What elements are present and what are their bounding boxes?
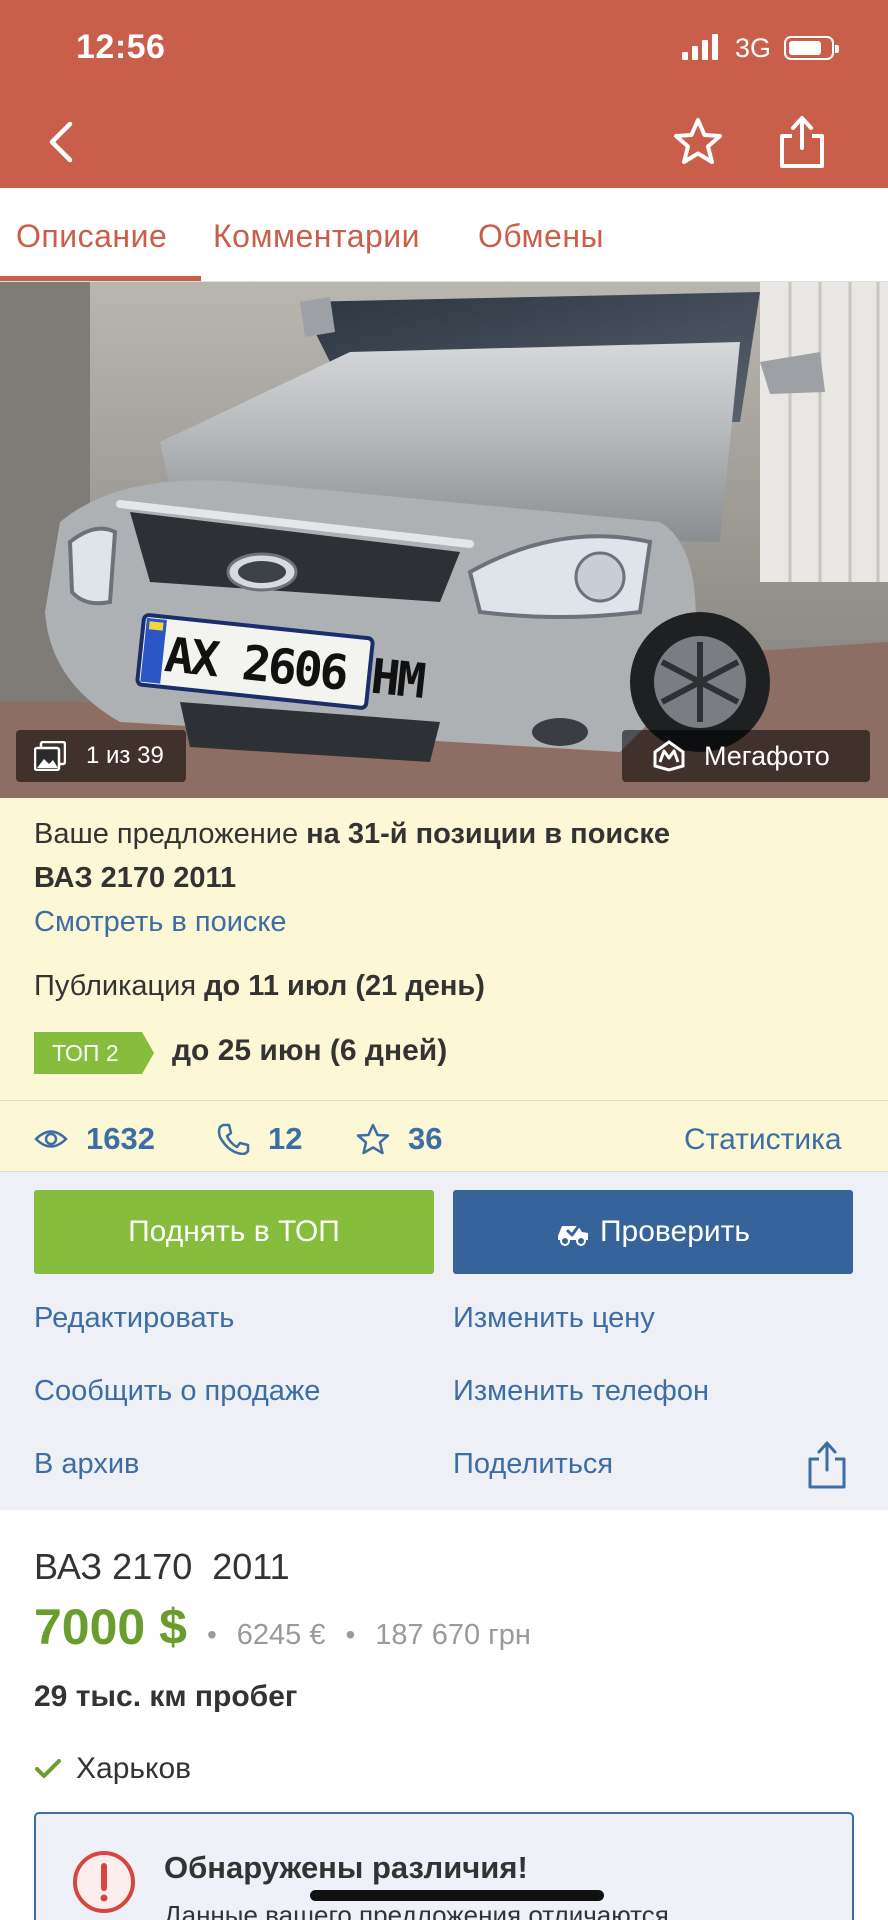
edit-link[interactable]: Редактировать xyxy=(34,1302,234,1335)
eye-icon xyxy=(34,1130,68,1148)
tab-active-indicator xyxy=(0,276,201,281)
photo-counter: 1 из 39 xyxy=(16,730,186,782)
tab-description[interactable]: Описание xyxy=(16,218,167,255)
network-type: 3G xyxy=(735,33,772,63)
city-row: Харьков xyxy=(34,1752,191,1786)
gallery-icon xyxy=(34,741,66,771)
publication-text: Публикация до 11 июл (21 день) xyxy=(34,970,485,1003)
car-title: ВАЗ 2170 2011 xyxy=(34,1546,290,1587)
views-count: 1632 xyxy=(86,1121,155,1156)
star-outline-icon xyxy=(356,1123,390,1155)
signal-icon xyxy=(682,34,718,60)
share-link[interactable]: Поделиться xyxy=(453,1448,613,1481)
tab-bar: Описание Комментарии Обмены xyxy=(0,188,888,282)
statistics-link[interactable]: Статистика xyxy=(684,1123,842,1157)
warning-icon xyxy=(73,1851,135,1913)
top-bar: 12:56 3G xyxy=(0,0,888,188)
check-button[interactable]: Проверить xyxy=(453,1190,853,1274)
mileage: 29 тыс. км пробег xyxy=(34,1680,298,1713)
car-photo-illustration xyxy=(0,282,888,798)
change-price-link[interactable]: Изменить цену xyxy=(453,1302,655,1335)
views-stat: 1632 xyxy=(34,1121,155,1157)
price-row: 7000 $ • 6245 € • 187 670 грн xyxy=(34,1598,531,1656)
top-until-text: до 25 июн (6 дней) xyxy=(172,1034,448,1067)
battery-icon xyxy=(784,36,839,60)
search-position-text: Ваше предложение на 31-й позиции в поиск… xyxy=(34,818,670,851)
publication-prefix: Публикация xyxy=(34,970,205,1002)
actions-panel: Поднять в ТОП Проверить Редактировать Из… xyxy=(0,1172,888,1510)
view-in-search-link[interactable]: Смотреть в поиске xyxy=(34,906,287,939)
price-usd: 7000 $ xyxy=(34,1599,187,1655)
price-separator: • xyxy=(206,1619,217,1650)
price-eur: 6245 € xyxy=(236,1619,326,1651)
search-position-prefix: Ваше предложение xyxy=(34,818,307,850)
favorites-stat: 36 xyxy=(356,1121,442,1157)
megaphoto-badge[interactable]: Мегафото xyxy=(622,730,870,782)
megaphoto-label: Мегафото xyxy=(704,740,830,771)
megaphoto-icon xyxy=(653,740,685,772)
promo-panel: Ваше предложение на 31-й позиции в поиск… xyxy=(0,798,888,1100)
change-phone-link[interactable]: Изменить телефон xyxy=(453,1375,709,1408)
star-icon[interactable] xyxy=(672,116,724,168)
alert-title: Обнаружены различия! xyxy=(164,1850,528,1885)
photo-counter-text: 1 из 39 xyxy=(86,742,164,769)
phone-icon xyxy=(217,1123,250,1155)
back-icon[interactable] xyxy=(42,118,78,166)
checkmark-icon xyxy=(35,1759,61,1778)
report-sale-link[interactable]: Сообщить о продаже xyxy=(34,1375,320,1408)
calls-stat: 12 xyxy=(216,1121,302,1157)
listing-info: ВАЗ 2170 2011 7000 $ • 6245 € • 187 670 … xyxy=(0,1510,888,1920)
share-icon[interactable] xyxy=(806,1440,848,1490)
publication-value: до 11 июл (21 день) xyxy=(204,970,485,1002)
status-time: 12:56 xyxy=(76,28,166,66)
favorites-count: 36 xyxy=(408,1121,443,1156)
search-position-value: на 31-й позиции в поиске xyxy=(306,818,671,850)
car-photo[interactable]: AX 2606 HM 1 из 39 Мегафото xyxy=(0,282,888,798)
city-name: Харьков xyxy=(76,1752,192,1785)
promo-model: ВАЗ 2170 2011 xyxy=(34,862,237,894)
differences-alert[interactable]: Обнаружены различия! Данные вашего предл… xyxy=(34,1812,854,1920)
car-check-icon xyxy=(557,1222,588,1246)
alert-text: Данные вашего предложения отличаются xyxy=(164,1900,669,1920)
calls-count: 12 xyxy=(268,1121,303,1156)
price-separator: • xyxy=(345,1619,356,1650)
tab-exchanges[interactable]: Обмены xyxy=(478,218,604,255)
raise-top-button[interactable]: Поднять в ТОП xyxy=(34,1190,434,1274)
top-badge-label: ТОП 2 xyxy=(52,1040,119,1066)
archive-link[interactable]: В архив xyxy=(34,1448,139,1481)
price-uah: 187 670 грн xyxy=(375,1619,531,1651)
share-icon[interactable] xyxy=(776,114,828,170)
check-button-label: Проверить xyxy=(599,1215,751,1248)
home-indicator[interactable] xyxy=(310,1890,604,1901)
stats-bar: 1632 12 36 Статистика xyxy=(0,1100,888,1172)
tab-comments[interactable]: Комментарии xyxy=(213,218,420,255)
